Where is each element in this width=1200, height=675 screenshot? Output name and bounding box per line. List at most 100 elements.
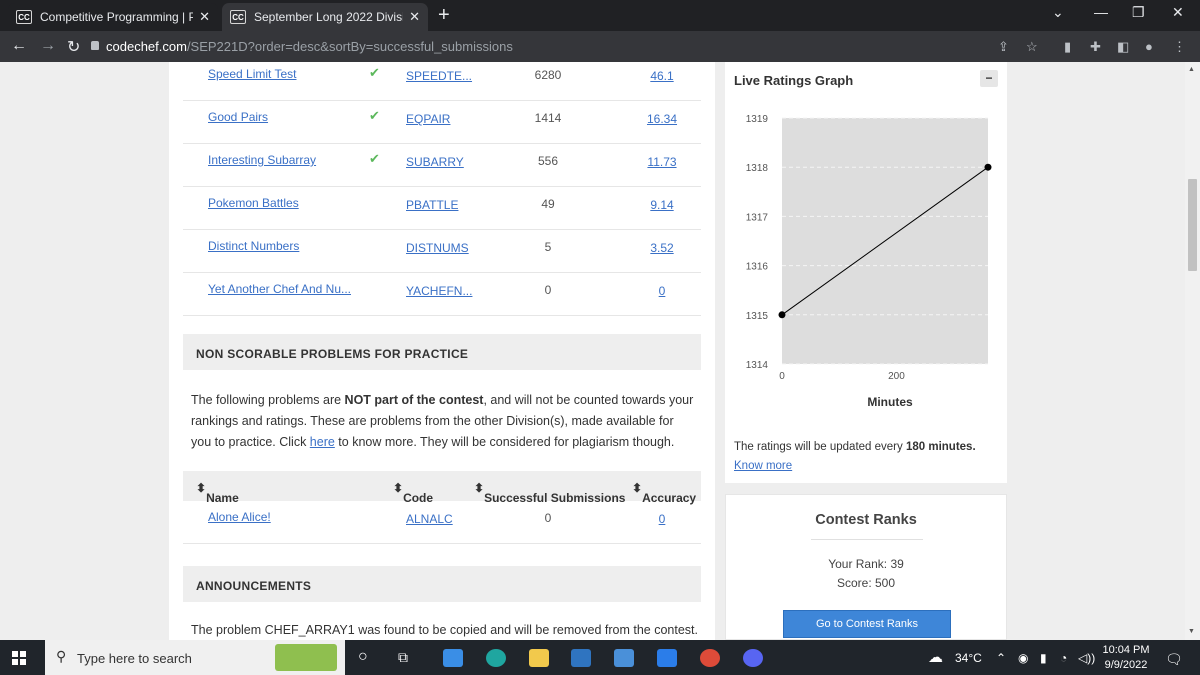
problem-name-link[interactable]: Alone Alice! xyxy=(208,510,271,524)
non-scorable-heading: NON SCORABLE PROBLEMS FOR PRACTICE xyxy=(183,334,701,370)
url-input[interactable]: codechef.com/SEP221D?order=desc&sortBy=s… xyxy=(106,39,513,54)
x-tick-label: 200 xyxy=(888,371,905,382)
taskbar-search-input[interactable]: ⚲ Type here to search xyxy=(45,640,345,675)
scroll-down-icon[interactable]: ▼ xyxy=(1188,628,1195,635)
weather-cloud-icon[interactable]: ☁ xyxy=(928,648,943,666)
accuracy-link[interactable]: 0 xyxy=(627,284,697,298)
go-to-contest-ranks-button[interactable]: Go to Contest Ranks xyxy=(783,610,951,638)
divider xyxy=(811,539,923,540)
task-view-icon[interactable]: ⧉ xyxy=(398,649,408,666)
scroll-up-icon[interactable]: ▲ xyxy=(1188,66,1195,73)
problem-name-link[interactable]: Pokemon Battles xyxy=(208,196,299,210)
microsoft-store-icon[interactable] xyxy=(571,649,591,667)
app-icon[interactable] xyxy=(614,649,634,667)
table-row: Distinct Numbers DISTNUMS 5 3.52 xyxy=(183,230,701,273)
know-more-link[interactable]: Know more xyxy=(734,460,792,472)
successful-submissions: 5 xyxy=(544,240,552,254)
codechef-favicon-icon: CC xyxy=(230,10,246,24)
url-path: /SEP221D?order=desc&sortBy=successful_su… xyxy=(186,39,513,54)
page-scrollbar[interactable]: ▲ ▼ xyxy=(1185,62,1200,640)
browser-tab-bar: CC Competitive Programming | Partic ✕ CC… xyxy=(0,0,1200,31)
accuracy-link[interactable]: 9.14 xyxy=(627,198,697,212)
restore-icon[interactable]: ❐ xyxy=(1132,4,1145,21)
page-content: Speed Limit Test ✔ SPEEDTE... 6280 46.1 … xyxy=(0,62,1185,640)
tab-search-chevron-icon[interactable]: ⌄ xyxy=(1052,4,1064,21)
problem-name-link[interactable]: Interesting Subarray xyxy=(208,153,316,167)
problem-name-link[interactable]: Yet Another Chef And Nu... xyxy=(208,282,351,296)
sort-code-header[interactable]: ⬍ Code xyxy=(393,481,433,505)
close-icon[interactable]: ✕ xyxy=(409,9,420,25)
volume-icon[interactable]: ◁)) xyxy=(1078,651,1095,665)
problem-name-link[interactable]: Speed Limit Test xyxy=(208,67,297,81)
sort-name-header[interactable]: ⬍ Name xyxy=(196,481,239,505)
sort-submissions-header[interactable]: ⬍ Successful Submissions xyxy=(474,481,625,505)
accuracy-link[interactable]: 0 xyxy=(627,512,697,526)
data-point xyxy=(984,163,992,171)
successful-submissions: 556 xyxy=(537,154,559,168)
vscode-icon[interactable] xyxy=(657,649,677,667)
new-tab-plus-icon[interactable]: + xyxy=(438,4,450,27)
extension-icon[interactable]: ▮ xyxy=(1064,39,1071,55)
discord-icon[interactable] xyxy=(743,649,763,667)
reload-icon[interactable]: ↻ xyxy=(67,37,80,57)
cortana-circle-icon[interactable]: ○ xyxy=(358,648,368,666)
tray-chevron-up-icon[interactable]: ⌃ xyxy=(996,651,1006,665)
problem-code-link[interactable]: EQPAIR xyxy=(406,112,450,126)
problem-code-link[interactable]: YACHEFN... xyxy=(406,284,472,298)
minimize-icon[interactable]: — xyxy=(1094,4,1108,20)
problem-code-link[interactable]: SPEEDTE... xyxy=(406,69,472,83)
announcement-text: The problem CHEF_ARRAY1 was found to be … xyxy=(191,623,698,637)
problem-name-link[interactable]: Distinct Numbers xyxy=(208,239,299,253)
scroll-thumb[interactable] xyxy=(1188,179,1197,271)
y-tick-label: 1315 xyxy=(746,311,769,322)
problem-code-link[interactable]: ALNALC xyxy=(406,512,453,526)
windows-taskbar: ⚲ Type here to search ○ ⧉ ☁ 34°C ⌃ ◉ ▮ ◔… xyxy=(0,640,1200,675)
microphone-icon[interactable]: ▮ xyxy=(1040,651,1047,665)
successful-submissions: 49 xyxy=(541,197,555,211)
windows-start-icon[interactable] xyxy=(12,651,26,665)
clock-date: 9/9/2022 xyxy=(1104,659,1148,671)
browser-address-bar: ← → ↻ codechef.com/SEP221D?order=desc&so… xyxy=(0,31,1200,62)
solved-check-icon: ✔ xyxy=(369,151,380,166)
table-row: Good Pairs ✔ EQPAIR 1414 16.34 xyxy=(183,101,701,144)
accuracy-link[interactable]: 11.73 xyxy=(627,155,697,169)
profile-icon[interactable]: ● xyxy=(1145,39,1153,54)
search-placeholder: Type here to search xyxy=(77,651,192,666)
announcements-heading: ANNOUNCEMENTS xyxy=(183,566,701,602)
side-panel-icon[interactable]: ◧ xyxy=(1117,39,1129,55)
edge-browser-icon[interactable] xyxy=(486,649,506,667)
problem-code-link[interactable]: SUBARRY xyxy=(406,155,464,169)
accuracy-link[interactable]: 16.34 xyxy=(627,112,697,126)
problem-code-link[interactable]: DISTNUMS xyxy=(406,241,469,255)
here-link[interactable]: here xyxy=(310,435,335,449)
practice-text-bold: NOT part of the contest xyxy=(344,393,484,407)
sidebar-column: Live Ratings Graph − 1314 1315 1316 1317 131… xyxy=(725,62,1007,640)
mail-icon[interactable] xyxy=(443,649,463,667)
practice-description: The following problems are NOT part of t… xyxy=(191,390,696,453)
notifications-icon[interactable]: 🗨 xyxy=(1165,651,1183,668)
browser-tab-1[interactable]: CC Competitive Programming | Partic ✕ xyxy=(8,3,218,31)
problem-code-link[interactable]: PBATTLE xyxy=(406,198,458,212)
sort-accuracy-header[interactable]: ⬍ Accuracy xyxy=(632,481,696,505)
tray-app-icon[interactable]: ◉ xyxy=(1018,651,1028,665)
bookmark-star-icon[interactable]: ☆ xyxy=(1026,39,1038,55)
accuracy-link[interactable]: 46.1 xyxy=(627,69,697,83)
note-text: The ratings will be updated every xyxy=(734,441,906,453)
data-point xyxy=(778,311,786,319)
close-window-icon[interactable]: ✕ xyxy=(1172,4,1184,21)
chrome-icon[interactable] xyxy=(700,649,720,667)
file-explorer-icon[interactable] xyxy=(529,649,549,667)
problem-name-link[interactable]: Good Pairs xyxy=(208,110,268,124)
puzzle-extensions-icon[interactable]: ✚ xyxy=(1090,39,1101,55)
accuracy-link[interactable]: 3.52 xyxy=(627,241,697,255)
taskbar-clock[interactable]: 10:04 PM 9/9/2022 xyxy=(1100,643,1152,673)
score: Score: 500 xyxy=(836,576,896,590)
forward-arrow-icon[interactable]: → xyxy=(40,37,56,55)
menu-kebab-icon[interactable]: ⋮ xyxy=(1173,39,1186,55)
weather-temperature[interactable]: 34°C xyxy=(955,651,982,665)
wifi-icon[interactable]: ◔ xyxy=(1060,651,1067,665)
close-icon[interactable]: ✕ xyxy=(199,9,210,25)
browser-tab-2[interactable]: CC September Long 2022 Division 4 ✕ xyxy=(222,3,428,31)
back-arrow-icon[interactable]: ← xyxy=(11,37,27,55)
share-icon[interactable]: ⇪ xyxy=(998,39,1009,55)
